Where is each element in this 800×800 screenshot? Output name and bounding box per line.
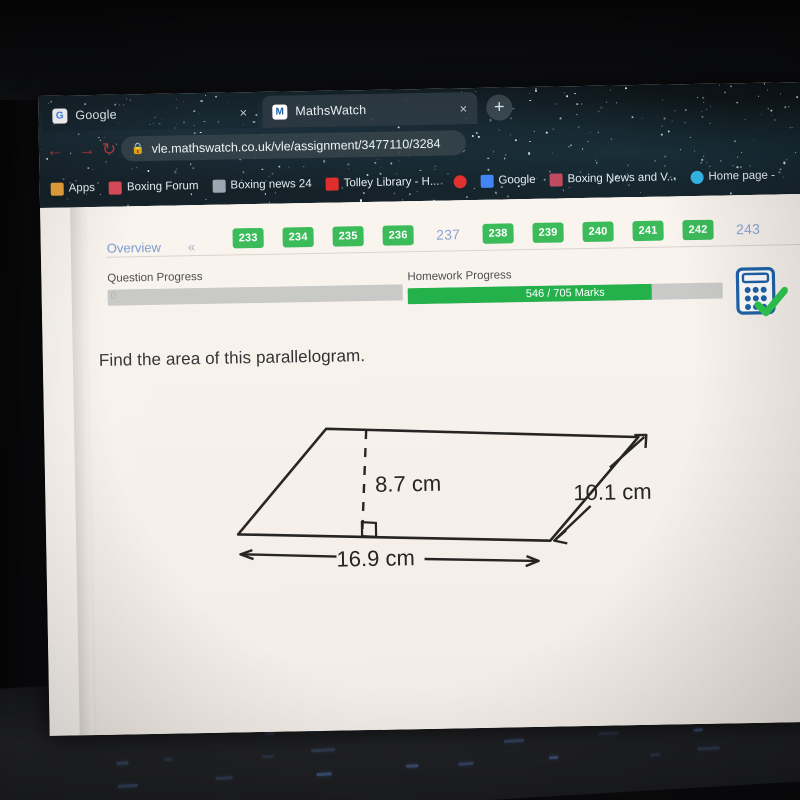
bookmark-label: Boxing Forum xyxy=(126,180,199,194)
close-icon[interactable]: × xyxy=(239,105,247,120)
tolley-library-icon xyxy=(325,177,339,191)
mathswatch-icon: M xyxy=(272,103,288,120)
parallelogram-figure: 8.7 cm 16.9 cm 10.1 cm xyxy=(214,414,687,588)
question-chip-240[interactable]: 240 xyxy=(582,221,614,243)
question-chip-235[interactable]: 235 xyxy=(332,226,364,247)
height-label: 8.7 cm xyxy=(375,471,441,497)
height-dashed-line xyxy=(360,429,368,537)
bookmark-label: Tolley Library - H... xyxy=(343,175,440,190)
red-swirl-icon xyxy=(453,174,467,188)
question-chip-237[interactable]: 237 xyxy=(432,224,463,245)
question-chip-242[interactable]: 242 xyxy=(682,219,714,241)
question-chip-243[interactable]: 243 xyxy=(732,219,763,240)
url-text: vle.mathswatch.co.uk/vle/assignment/3477… xyxy=(151,136,441,156)
close-icon[interactable]: × xyxy=(459,101,467,116)
bookmark-item[interactable]: Boxing Forum xyxy=(102,179,206,195)
photo-of-laptop-screen: G Google × M MathsWatch × + ← → ↻ 🔒 vle.… xyxy=(0,0,800,800)
address-bar[interactable]: 🔒 vle.mathswatch.co.uk/vle/assignment/34… xyxy=(120,130,467,162)
right-angle-marker xyxy=(360,520,378,539)
tab-title: MathsWatch xyxy=(295,102,367,119)
question-progress-value: 0 xyxy=(110,290,117,302)
boxing-news-24-icon xyxy=(212,179,226,193)
bookmark-item[interactable]: Google xyxy=(473,173,542,188)
boxing-news-video-icon xyxy=(549,172,563,187)
homework-progress-label: Homework Progress xyxy=(407,269,512,284)
forward-icon[interactable]: → xyxy=(77,140,97,160)
question-chip-233[interactable]: 233 xyxy=(232,227,264,249)
bookmark-item[interactable]: Tolley Library - H... xyxy=(319,175,447,191)
bookmark-label: Boxing news 24 xyxy=(230,178,312,192)
apps-grid-icon xyxy=(50,182,64,196)
bookmark-item[interactable]: Boxing News and V... xyxy=(542,171,683,187)
tab-title: Google xyxy=(75,107,117,123)
lock-icon: 🔒 xyxy=(130,143,145,156)
question-progress-label: Question Progress xyxy=(107,271,203,285)
laptop-screen: G Google × M MathsWatch × + ← → ↻ 🔒 vle.… xyxy=(38,81,800,736)
question-chip-239[interactable]: 239 xyxy=(532,222,564,243)
reload-icon[interactable]: ↻ xyxy=(99,140,119,160)
boxing-forum-icon xyxy=(108,180,123,195)
question-chip-234[interactable]: 234 xyxy=(282,226,314,248)
collapse-icon[interactable]: « xyxy=(188,239,196,254)
calculator-allowed-icon[interactable] xyxy=(735,266,789,322)
back-icon[interactable]: ← xyxy=(45,141,65,161)
question-chip-236[interactable]: 236 xyxy=(382,225,414,246)
browser-chrome: G Google × M MathsWatch × + ← → ↻ 🔒 vle.… xyxy=(38,81,800,208)
bookmark-item[interactable] xyxy=(446,174,473,188)
overview-link[interactable]: Overview xyxy=(107,239,161,255)
bookmark-label: Apps xyxy=(68,181,96,195)
google-icon: G xyxy=(52,107,68,124)
bookmark-label: Boxing News and V... xyxy=(567,171,677,186)
new-tab-button[interactable]: + xyxy=(486,94,513,121)
slant-label: 10.1 cm xyxy=(573,479,652,505)
bookmark-item[interactable]: Apps xyxy=(44,181,102,196)
bookmark-item[interactable]: Home page - xyxy=(683,169,782,184)
base-label: 16.9 cm xyxy=(336,545,415,571)
question-chip-238[interactable]: 238 xyxy=(482,223,514,244)
question-chip-241[interactable]: 241 xyxy=(632,220,664,242)
google-icon xyxy=(480,174,494,188)
bookmark-item[interactable]: Boxing news 24 xyxy=(205,177,318,193)
browser-tab-google[interactable]: G Google × xyxy=(42,95,258,132)
bookmark-label: Google xyxy=(498,173,536,187)
browser-tab-mathswatch[interactable]: M MathsWatch × xyxy=(262,91,478,128)
bookmark-label: Home page - xyxy=(708,169,776,183)
twitter-bird-icon xyxy=(690,170,704,184)
page-viewport: Overview « 233 234 235 236 237 238 239 240 241 24… xyxy=(40,193,800,736)
